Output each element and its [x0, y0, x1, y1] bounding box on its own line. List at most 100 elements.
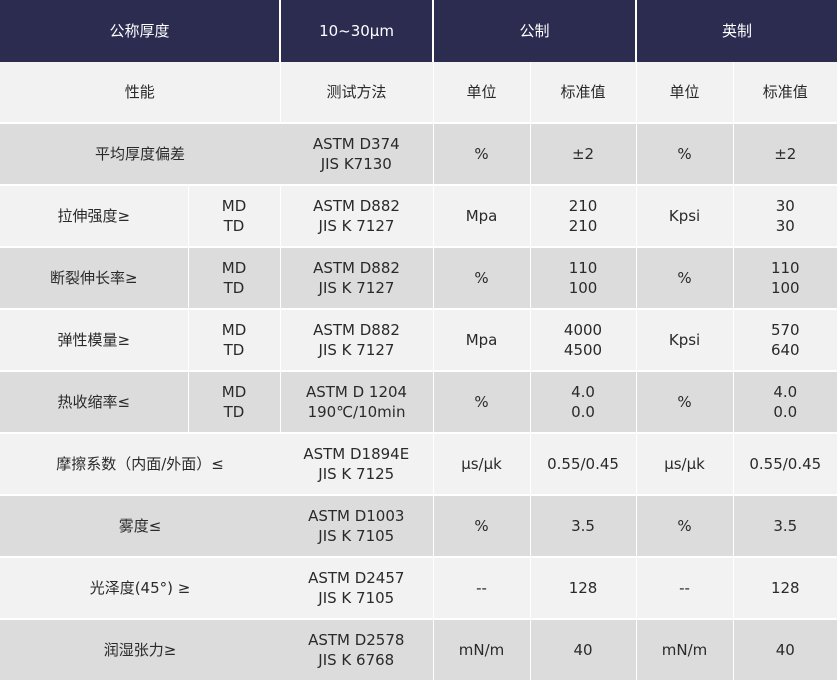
property-name: 拉伸强度≥ [0, 185, 189, 248]
direction-cell-line: TD [223, 341, 245, 359]
direction-cell-line: TD [223, 403, 245, 421]
unit-imperial: -- [636, 557, 734, 620]
direction-cell-line: MD [221, 383, 247, 401]
test-method: ASTM D882 JIS K 7127 [280, 247, 434, 310]
test-method-line: JIS K 6768 [318, 651, 395, 669]
direction-cell: MD TD [188, 247, 281, 310]
direction-cell-line: TD [223, 279, 245, 297]
test-method: ASTM D374 JIS K7130 [280, 123, 434, 186]
test-method-line: ASTM D2457 [308, 569, 405, 587]
test-method: ASTM D2457 JIS K 7105 [280, 557, 434, 620]
direction-cell: MD TD [188, 185, 281, 248]
value-imperial-line: 570 [770, 321, 800, 339]
subheader-standard-metric: 标准值 [530, 62, 637, 124]
unit-metric: % [433, 247, 531, 310]
header-imperial: 英制 [636, 0, 837, 62]
test-method-line: ASTM D2578 [308, 631, 405, 649]
value-imperial-line: 30 [775, 217, 795, 235]
test-method-line: ASTM D1003 [308, 507, 405, 525]
test-method-line: JIS K 7127 [318, 279, 395, 297]
direction-cell-line: TD [223, 217, 245, 235]
value-metric: ±2 [530, 123, 637, 186]
direction-cell-line: MD [221, 197, 247, 215]
test-method-line: ASTM D374 [312, 135, 400, 153]
header-metric: 公制 [433, 0, 638, 62]
property-name: 弹性模量≥ [0, 309, 189, 372]
value-metric: 0.55/0.45 [530, 433, 637, 496]
test-method: ASTM D882 JIS K 7127 [280, 309, 434, 372]
value-imperial: 40 [733, 619, 837, 682]
value-metric-line: 4500 [563, 341, 603, 359]
value-imperial: 570 640 [733, 309, 837, 372]
value-imperial-line: 100 [770, 279, 800, 297]
unit-metric: Mpa [433, 309, 531, 372]
value-imperial: 110 100 [733, 247, 837, 310]
unit-metric: % [433, 371, 531, 434]
property-name: 光泽度(45°) ≥ [0, 557, 281, 620]
value-metric-line: 4000 [563, 321, 603, 339]
header-range: 10~30μm [280, 0, 435, 62]
unit-metric: μs/μk [433, 433, 531, 496]
property-name: 平均厚度偏差 [0, 123, 281, 186]
direction-cell-line: MD [221, 259, 247, 277]
test-method-line: JIS K 7127 [318, 341, 395, 359]
subheader-property: 性能 [0, 62, 281, 124]
table-row: 热收缩率≤ MD TD ASTM D 1204 190℃/10min% 4.0 0.0% 4.… [0, 371, 837, 434]
test-method-line: JIS K 7105 [318, 589, 395, 607]
value-imperial: 0.55/0.45 [733, 433, 837, 496]
value-metric: 210 210 [530, 185, 637, 248]
direction-cell: MD TD [188, 371, 281, 434]
direction-cell-line: MD [221, 321, 247, 339]
value-imperial-line: 110 [770, 259, 800, 277]
test-method: ASTM D882 JIS K 7127 [280, 185, 434, 248]
value-metric-line: 4.0 [571, 383, 595, 401]
value-metric: 40 [530, 619, 637, 682]
test-method-line: JIS K 7125 [318, 465, 395, 483]
value-metric: 4.0 0.0 [530, 371, 637, 434]
test-method-line: JIS K 7105 [318, 527, 395, 545]
unit-metric: Mpa [433, 185, 531, 248]
value-imperial: 3.5 [733, 495, 837, 558]
unit-imperial: Kpsi [636, 309, 734, 372]
value-imperial: 128 [733, 557, 837, 620]
value-metric-line: 210 [568, 217, 598, 235]
property-name: 摩擦系数（内面/外面）≤ [0, 433, 281, 496]
value-imperial-line: 30 [775, 197, 795, 215]
spec-table: 公称厚度 10~30μm 公制 英制 性能 测试方法 单位 标准值 单位 标准值… [0, 0, 837, 682]
table-row: 平均厚度偏差 ASTM D374 JIS K7130% ±2% ±2 [0, 123, 837, 186]
property-name: 断裂伸长率≥ [0, 247, 189, 310]
table-row: 弹性模量≥ MD TD ASTM D882 JIS K 7127 Mpa 4000 4500 K… [0, 309, 837, 372]
subheader-unit-metric: 单位 [433, 62, 531, 124]
unit-imperial: μs/μk [636, 433, 734, 496]
value-imperial: 30 30 [733, 185, 837, 248]
test-method-line: ASTM D882 [313, 197, 400, 215]
unit-imperial: % [636, 247, 734, 310]
unit-metric: mN/m [433, 619, 531, 682]
test-method-line: 190℃/10min [307, 403, 406, 421]
property-name: 热收缩率≤ [0, 371, 189, 434]
direction-cell: MD TD [188, 309, 281, 372]
test-method-line: ASTM D882 [313, 259, 400, 277]
test-method-line: ASTM D882 [313, 321, 400, 339]
unit-metric: -- [433, 557, 531, 620]
value-metric: 4000 4500 [530, 309, 637, 372]
value-metric: 128 [530, 557, 637, 620]
unit-imperial: mN/m [636, 619, 734, 682]
value-metric-line: 210 [568, 197, 598, 215]
value-metric: 3.5 [530, 495, 637, 558]
unit-imperial: % [636, 371, 734, 434]
test-method-line: JIS K 7127 [318, 217, 395, 235]
value-metric-line: 0.0 [571, 403, 595, 421]
test-method: ASTM D2578 JIS K 6768 [280, 619, 434, 682]
value-imperial-line: 640 [770, 341, 800, 359]
value-metric-line: 110 [568, 259, 598, 277]
table-row: 雾度≤ ASTM D1003 JIS K 7105% 3.5% 3.5 [0, 495, 837, 558]
property-name: 润湿张力≥ [0, 619, 281, 682]
unit-imperial: Kpsi [636, 185, 734, 248]
test-method: ASTM D1894E JIS K 7125 [280, 433, 434, 496]
test-method-line: ASTM D1894E [303, 445, 410, 463]
test-method: ASTM D1003 JIS K 7105 [280, 495, 434, 558]
property-name: 雾度≤ [0, 495, 281, 558]
value-imperial-line: 0.0 [773, 403, 798, 421]
value-imperial: 4.0 0.0 [733, 371, 837, 434]
